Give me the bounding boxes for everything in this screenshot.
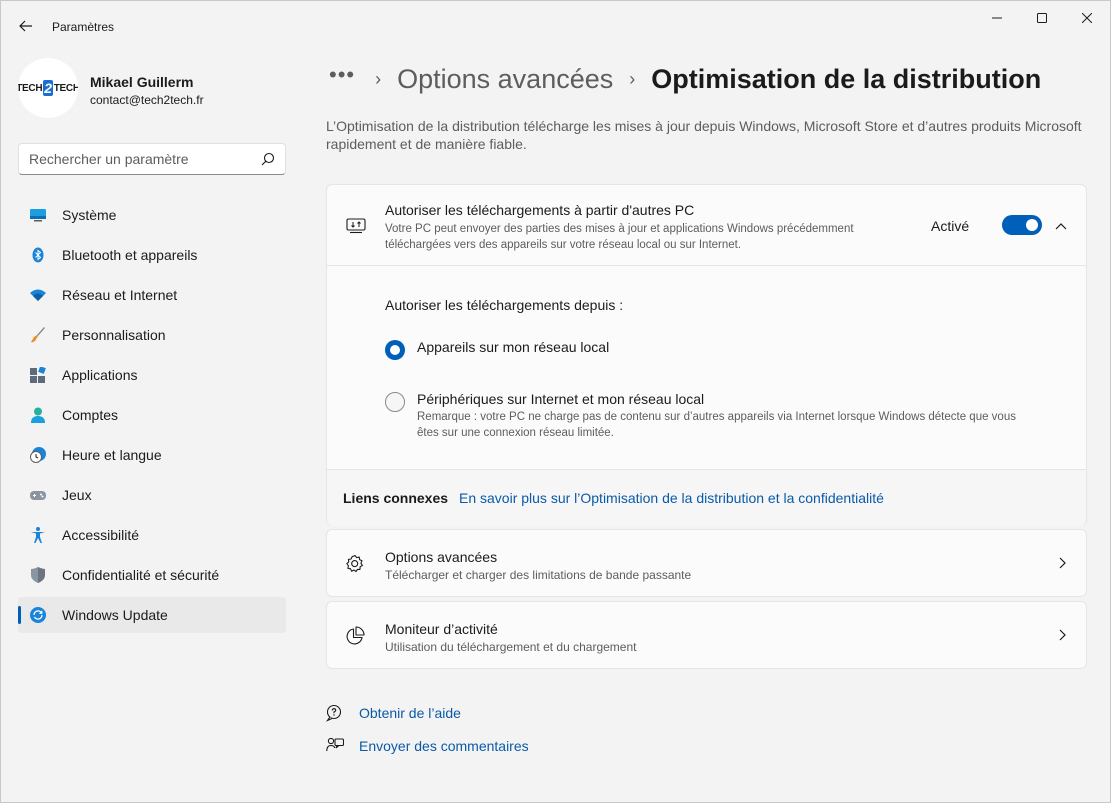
sidebar-item-bluetooth[interactable]: Bluetooth et appareils [18,237,286,273]
back-button[interactable] [11,11,41,41]
sidebar-item-label: Applications [62,367,138,383]
settings-window: Paramètres TECH 2 TECH Mikael Guillerm con… [0,0,1111,803]
bluetooth-icon [32,247,44,263]
sidebar-item-label: Accessibilité [62,527,140,543]
get-help-label[interactable]: Obtenir de l’aide [359,705,461,721]
sidebar-item-label: Heure et langue [62,447,162,463]
sidebar-nav: Système Bluetooth et appareils Réseau et… [18,197,286,637]
allow-downloads-title: Autoriser les téléchargements à partir d… [385,202,695,218]
advanced-options-row[interactable]: Options avancées Télécharger et charger … [326,529,1087,597]
send-feedback-link[interactable]: Envoyer des commentaires [326,737,529,755]
sidebar-item-label: Windows Update [62,607,168,623]
breadcrumb-parent-link[interactable]: Options avancées [397,64,613,95]
sidebar-item-label: Jeux [62,487,92,503]
sidebar-item-applications[interactable]: Applications [18,357,286,393]
person-icon [31,407,45,423]
wifi-icon [30,289,46,301]
apps-icon [30,367,46,383]
paintbrush-icon [31,327,45,343]
radio-local-network-label[interactable]: Appareils sur mon réseau local [417,339,609,355]
sidebar-item-label: Personnalisation [62,327,166,343]
sidebar-item-systeme[interactable]: Système [18,197,286,233]
feedback-icon [326,737,344,752]
close-icon [1082,13,1092,23]
sync-icon [30,607,46,623]
toggle-status-text: Activé [931,218,970,234]
activity-monitor-title: Moniteur d’activité [385,621,498,637]
gear-icon [346,554,363,573]
chevron-right-icon: › [375,68,382,89]
monitor-icon [30,209,46,222]
help-chat-icon [326,704,342,722]
sidebar-item-heure[interactable]: Heure et langue [18,437,286,473]
allow-downloads-description: Votre PC peut envoyer des parties des mi… [385,223,854,251]
chevron-right-icon [1059,629,1066,641]
allow-downloads-options: Autoriser les téléchargements depuis : A… [327,266,1086,470]
chevron-right-icon [1059,557,1066,569]
page-title: Optimisation de la distribution [651,63,1042,94]
minimize-icon [992,17,1002,19]
accessibility-icon [31,527,45,543]
sidebar-item-label: Réseau et Internet [62,287,178,303]
pie-chart-icon [346,626,365,645]
gamepad-icon [30,491,46,500]
sidebar-item-label: Système [62,207,117,223]
tech2tech-logo: TECH 2 TECH [18,80,78,96]
allow-from-label: Autoriser les téléchargements depuis : [385,297,624,313]
chevron-up-icon[interactable] [1053,218,1069,234]
close-button[interactable] [1064,1,1110,35]
shield-icon [31,567,45,583]
clock-globe-icon [30,447,46,463]
sidebar-item-personnalisation[interactable]: Personnalisation [18,317,286,353]
search-icon[interactable] [261,152,275,166]
user-name: Mikael Guillerm [90,74,194,90]
privacy-learn-more-link[interactable]: En savoir plus sur l’Optimisation de la … [459,490,884,506]
user-profile[interactable]: TECH 2 TECH Mikael Guillerm contact@tech2t… [18,58,288,120]
sidebar-item-jeux[interactable]: Jeux [18,477,286,513]
search-input[interactable] [29,144,249,174]
avatar: TECH 2 TECH [18,58,78,118]
title-bar: Paramètres [1,1,1110,49]
minimize-button[interactable] [974,1,1020,35]
chevron-right-icon: › [629,68,636,89]
breadcrumb-more-button[interactable]: ••• [329,62,355,88]
sidebar-item-label: Bluetooth et appareils [62,247,198,263]
sidebar-item-reseau[interactable]: Réseau et Internet [18,277,286,313]
app-title: Paramètres [52,20,115,34]
user-email: contact@tech2tech.fr [90,93,204,107]
allow-downloads-toggle[interactable] [1002,215,1042,235]
arrow-left-icon [19,20,32,32]
send-feedback-label[interactable]: Envoyer des commentaires [359,738,529,754]
radio-internet-note: Remarque : votre PC ne charge pas de con… [417,411,1016,439]
sidebar-item-label: Confidentialité et sécurité [62,567,220,583]
sidebar-item-comptes[interactable]: Comptes [18,397,286,433]
get-help-link[interactable]: Obtenir de l’aide [326,704,461,722]
maximize-icon [1037,13,1047,23]
allow-downloads-card: Autoriser les téléchargements à partir d… [326,184,1087,526]
activity-monitor-row[interactable]: Moniteur d’activité Utilisation du téléc… [326,601,1087,669]
related-links: Liens connexes En savoir plus sur l’Opti… [327,470,1086,526]
sidebar-item-accessibilite[interactable]: Accessibilité [18,517,286,553]
sidebar-item-windows-update[interactable]: Windows Update [18,597,286,633]
pc-transfer-icon [346,218,366,234]
activity-monitor-subtitle: Utilisation du téléchargement et du char… [385,640,637,654]
maximize-button[interactable] [1019,1,1065,35]
sidebar-item-label: Comptes [62,407,119,423]
sidebar-item-confidentialite[interactable]: Confidentialité et sécurité [18,557,286,593]
advanced-options-title: Options avancées [385,549,498,565]
allow-downloads-header[interactable]: Autoriser les téléchargements à partir d… [327,185,1086,266]
radio-internet-and-local[interactable] [385,392,405,412]
radio-internet-and-local-label[interactable]: Périphériques sur Internet et mon réseau… [417,391,704,407]
radio-local-network[interactable] [385,340,405,360]
page-description: L’Optimisation de la distribution téléch… [326,118,1082,152]
breadcrumb: ••• › Options avancées › Optimisation de… [329,59,1041,99]
search-box[interactable] [18,143,286,175]
related-links-label: Liens connexes [343,490,449,506]
advanced-options-subtitle: Télécharger et charger des limitations d… [385,568,692,582]
